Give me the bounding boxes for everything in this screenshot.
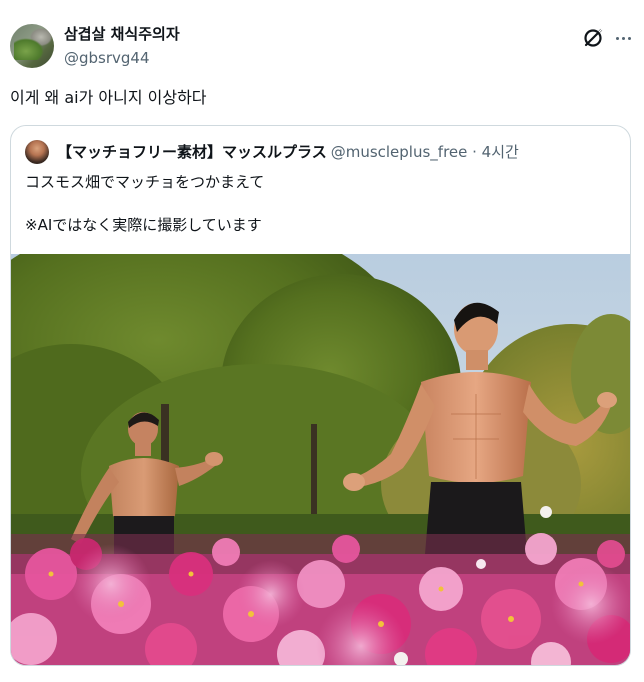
quoted-author-display-name[interactable]: 【マッチョフリー素材】マッスルプラス bbox=[57, 143, 327, 161]
tweet-card[interactable]: 삼겹살 채식주의자 @gbsrvg44 이게 왜 ai가 아니지 이상하다 【マ… bbox=[0, 0, 644, 682]
grok-icon[interactable] bbox=[580, 25, 606, 51]
quoted-tweet-photo[interactable] bbox=[11, 254, 630, 665]
quoted-tweet-header: 【マッチョフリー素材】マッスルプラス @muscleplus_free · 4시간 bbox=[57, 142, 519, 162]
photo-graphic bbox=[11, 254, 630, 665]
more-options-icon[interactable] bbox=[612, 26, 634, 50]
tweet-text: 이게 왜 ai가 아니지 이상하다 bbox=[10, 88, 207, 107]
quoted-author-handle[interactable]: @muscleplus_free bbox=[331, 143, 468, 161]
author-display-name[interactable]: 삼겹살 채식주의자 bbox=[64, 24, 180, 44]
avatar-detail bbox=[14, 38, 44, 60]
quoted-tweet-text-line: ※AIではなく実際に撮影しています bbox=[25, 216, 262, 234]
quoted-tweet-time[interactable]: · 4시간 bbox=[467, 143, 519, 161]
quoted-tweet[interactable]: 【マッチョフリー素材】マッスルプラス @muscleplus_free · 4시간… bbox=[10, 125, 631, 666]
quoted-tweet-text-line: コスモス畑でマッチョをつかまえて bbox=[25, 173, 265, 191]
dot bbox=[627, 36, 631, 40]
quoted-author-avatar[interactable] bbox=[25, 140, 49, 164]
dot bbox=[615, 36, 619, 40]
dot bbox=[621, 36, 625, 40]
author-handle[interactable]: @gbsrvg44 bbox=[64, 48, 150, 68]
grok-icon-graphic bbox=[584, 28, 603, 47]
author-avatar[interactable] bbox=[10, 24, 54, 68]
